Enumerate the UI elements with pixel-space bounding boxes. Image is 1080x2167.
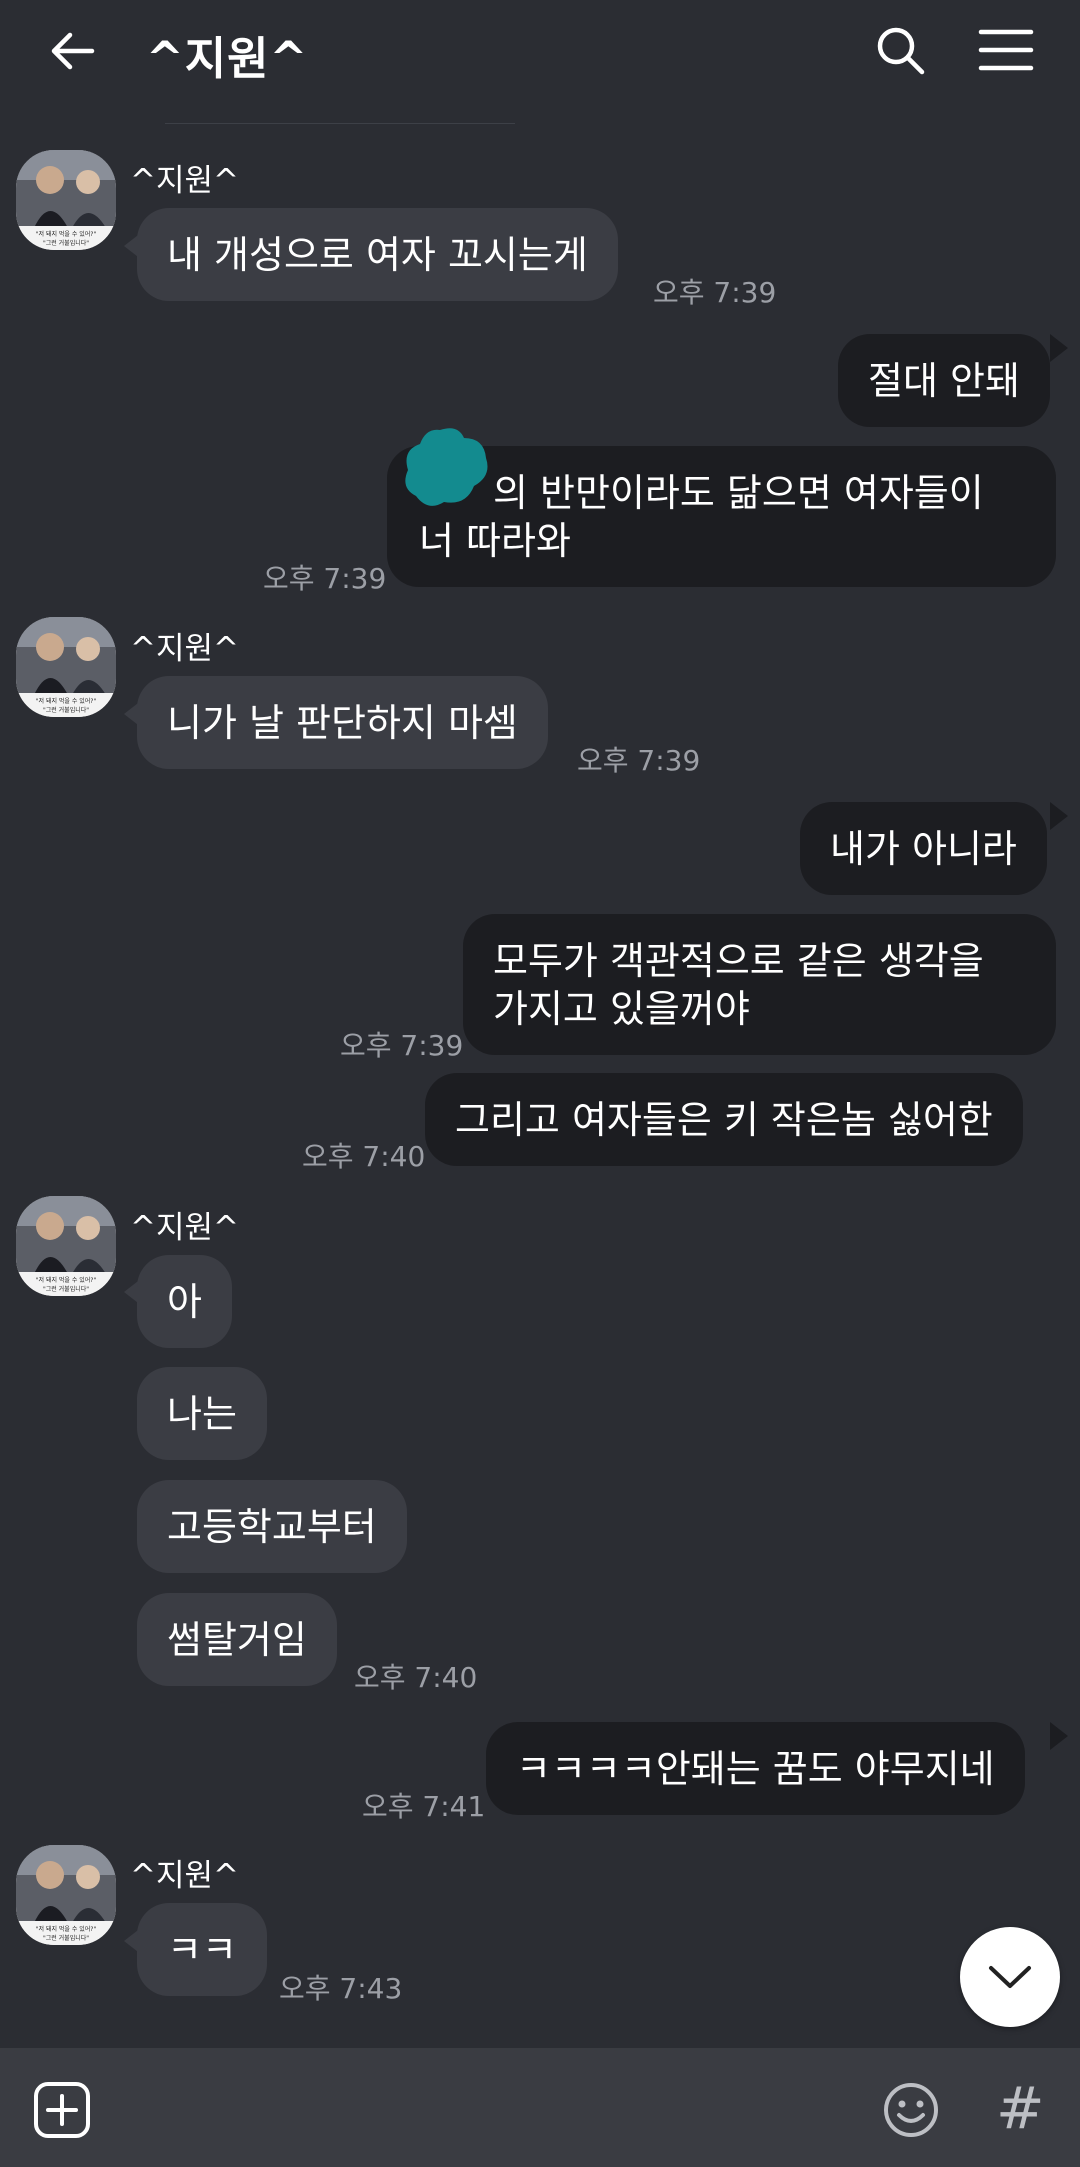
sticker-blob-icon <box>405 428 488 506</box>
message-text: ㅋㅋ <box>167 1927 237 1972</box>
bubble-tail <box>1050 802 1068 830</box>
avatar-caption-line1: "저 돼지 먹을 수 있어?" <box>36 697 97 705</box>
chat-header: ^지원^ <box>0 0 1080 110</box>
message-time: 오후 7:39 <box>340 1029 464 1062</box>
message-text: 절대 안돼 <box>868 358 1020 403</box>
message-bubble-incoming[interactable]: 나는 <box>137 1367 267 1460</box>
message-time: 오후 7:43 <box>279 1972 403 2005</box>
message-time: 오후 7:40 <box>302 1140 426 1173</box>
message-text: 고등학교부터 <box>167 1504 377 1549</box>
bubble-tail <box>1050 1722 1068 1750</box>
bubble-tail <box>1050 334 1068 362</box>
message-text: ㅋㅋㅋㅋ안돼는 꿈도 야무지네 <box>516 1746 995 1791</box>
avatar-caption-line2: "그런 거불입니다" <box>43 706 89 714</box>
hamburger-menu-icon[interactable] <box>978 26 1034 74</box>
plus-square-icon[interactable] <box>33 2081 91 2139</box>
avatar[interactable]: "저 돼지 먹을 수 있어?" "그런 거불입니다" <box>16 1845 116 1945</box>
avatar-caption-line2: "그런 거불입니다" <box>43 1285 89 1293</box>
arrow-left-icon[interactable] <box>48 26 98 76</box>
message-time: 오후 7:39 <box>653 276 777 309</box>
message-bubble-outgoing[interactable]: 모두가 객관적으로 같은 생각을 가지고 있을꺼야 <box>463 914 1056 1055</box>
message-bubble-incoming[interactable]: 고등학교부터 <box>137 1480 407 1573</box>
message-text: 그리고 여자들은 키 작은놈 싫어한 <box>455 1097 993 1142</box>
message-text: 아 <box>167 1279 202 1324</box>
search-icon[interactable] <box>874 24 926 76</box>
avatar[interactable]: "저 돼지 먹을 수 있어?" "그런 거불입니다" <box>16 1196 116 1296</box>
message-bubble-incoming[interactable]: 썸탈거임 <box>137 1593 337 1686</box>
scroll-to-bottom-button[interactable] <box>960 1927 1060 2027</box>
message-time: 오후 7:39 <box>577 744 701 777</box>
message-text: 내 개성으로 여자 꼬시는게 <box>167 232 588 277</box>
avatar[interactable]: "저 돼지 먹을 수 있어?" "그런 거불입니다" <box>16 617 116 717</box>
message-text: 니가 날 판단하지 마셈 <box>167 700 518 745</box>
sender-name: ^지원^ <box>130 1210 239 1246</box>
message-bubble-outgoing[interactable]: 내가 아니라 <box>800 802 1047 895</box>
message-time: 오후 7:39 <box>263 562 387 595</box>
message-bubble-outgoing[interactable]: 그리고 여자들은 키 작은놈 싫어한 <box>425 1073 1023 1166</box>
message-text: 나는 <box>167 1391 237 1436</box>
hashtag-button[interactable]: # <box>996 2074 1045 2142</box>
avatar[interactable]: "저 돼지 먹을 수 있어?" "그런 거불입니다" <box>16 150 116 250</box>
avatar-caption-line2: "그런 거불입니다" <box>43 239 89 247</box>
avatar-caption-line2: "그런 거불입니다" <box>43 1934 89 1942</box>
message-text-line2: 가지고 있을꺼야 <box>493 986 750 1031</box>
chat-title: ^지원^ <box>146 32 309 85</box>
chevron-down-icon <box>989 1966 1031 1988</box>
message-time: 오후 7:40 <box>354 1661 478 1694</box>
avatar-caption-line1: "저 돼지 먹을 수 있어?" <box>36 1925 97 1933</box>
message-text: 내가 아니라 <box>830 826 1017 871</box>
avatar-caption-line1: "저 돼지 먹을 수 있어?" <box>36 1276 97 1284</box>
message-bubble-incoming[interactable]: 내 개성으로 여자 꼬시는게 <box>137 208 618 301</box>
avatar-caption-line1: "저 돼지 먹을 수 있어?" <box>36 230 97 238</box>
message-text: 썸탈거임 <box>167 1617 307 1662</box>
message-bubble-outgoing[interactable]: 절대 안돼 <box>838 334 1050 427</box>
sender-name: ^지원^ <box>130 631 239 667</box>
sender-name: ^지원^ <box>130 163 239 199</box>
sender-name: ^지원^ <box>130 1858 239 1894</box>
message-bubble-incoming[interactable]: 아 <box>137 1255 232 1348</box>
message-text-line2: 너 따라와 <box>419 518 571 563</box>
message-bubble-incoming[interactable]: ㅋㅋ <box>137 1903 267 1996</box>
message-input-bar: # <box>0 2048 1080 2167</box>
message-time: 오후 7:41 <box>362 1790 486 1823</box>
message-bubble-incoming[interactable]: 니가 날 판단하지 마셈 <box>137 676 548 769</box>
smiley-icon[interactable] <box>882 2081 940 2139</box>
message-text-line1: 의 반만이라도 닮으면 여자들이 <box>493 470 984 515</box>
message-text-line1: 모두가 객관적으로 같은 생각을 <box>493 938 984 983</box>
message-bubble-outgoing[interactable]: ㅋㅋㅋㅋ안돼는 꿈도 야무지네 <box>486 1722 1025 1815</box>
header-divider <box>165 123 515 124</box>
